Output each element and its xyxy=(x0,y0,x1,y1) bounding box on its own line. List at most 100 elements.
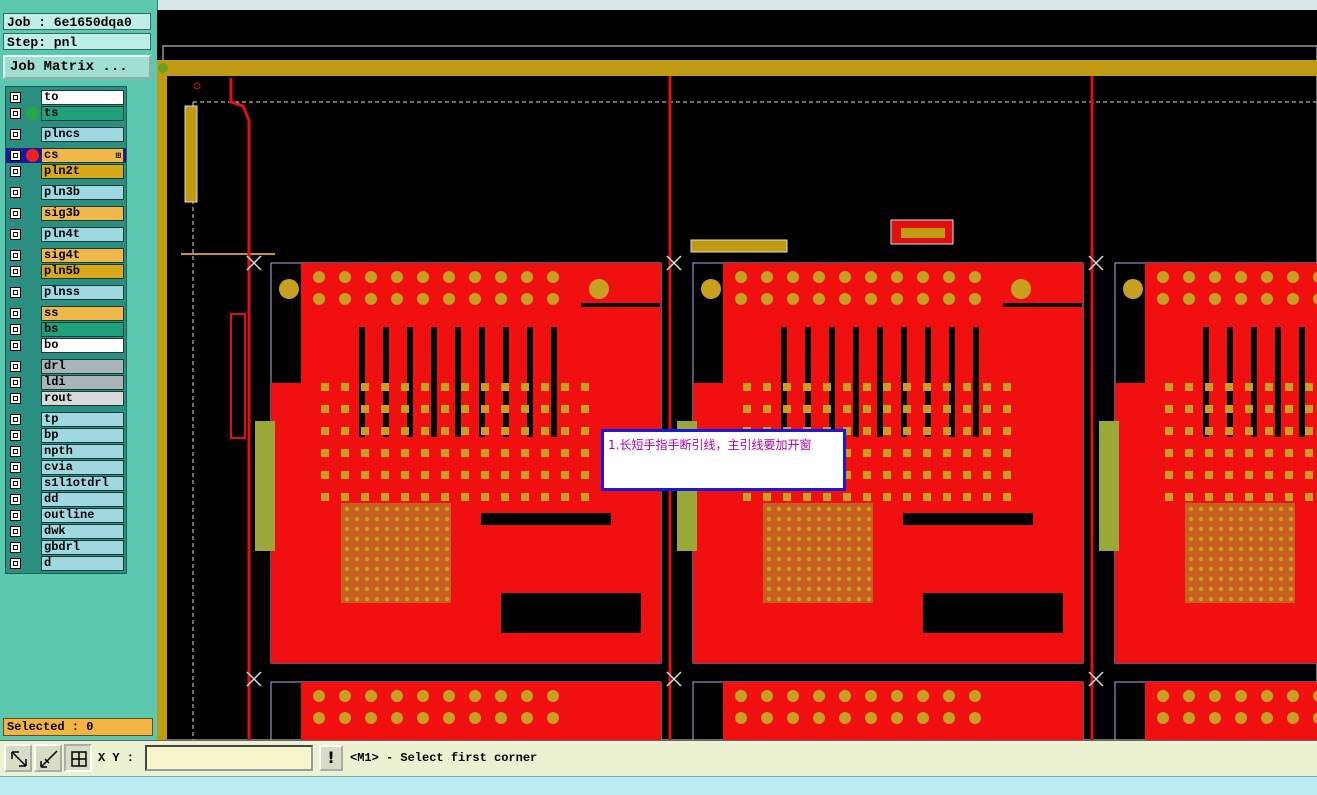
command-bar: X Y : ! <M1> - Select first corner xyxy=(0,740,1317,777)
layer-label[interactable]: bp xyxy=(41,428,124,443)
pcb-panel-view xyxy=(157,45,1317,740)
layer-checkbox[interactable] xyxy=(10,166,21,177)
layer-label[interactable]: s1l1otdrl xyxy=(41,476,124,491)
step-name: Step: pnl xyxy=(3,33,151,50)
layer-label[interactable]: plnss xyxy=(41,285,124,300)
layer-checkbox[interactable] xyxy=(10,361,21,372)
layer-row-ts[interactable]: ts xyxy=(6,106,126,121)
layer-label[interactable]: sig4t xyxy=(41,248,124,263)
layer-row-pln2t[interactable]: pln2t xyxy=(6,164,126,179)
layer-label[interactable]: gbdrl xyxy=(41,540,124,555)
layer-display-dot-icon xyxy=(26,107,39,120)
layer-label[interactable]: outline xyxy=(41,508,124,523)
layer-checkbox[interactable] xyxy=(10,308,21,319)
layer-checkbox[interactable] xyxy=(10,250,21,261)
layer-checkbox[interactable] xyxy=(10,526,21,537)
layer-row-ss[interactable]: ss xyxy=(6,306,126,321)
gold-finger-strip xyxy=(255,421,275,551)
layer-row-rout[interactable]: rout xyxy=(6,391,126,406)
layer-checkbox[interactable] xyxy=(10,542,21,553)
layer-row-plncs[interactable]: plncs xyxy=(6,127,126,142)
copper-pour xyxy=(271,383,311,663)
layer-label[interactable]: pln4t xyxy=(41,227,124,242)
layer-row-to[interactable]: to xyxy=(6,90,126,105)
layer-row-ldi[interactable]: ldi xyxy=(6,375,126,390)
layer-row-outline[interactable]: outline xyxy=(6,508,126,523)
layer-label[interactable]: rout xyxy=(41,391,124,406)
layer-label[interactable]: pln3b xyxy=(41,185,124,200)
copper-pour xyxy=(693,383,733,663)
job-matrix-button[interactable]: Job Matrix ... xyxy=(3,55,151,79)
layer-checkbox[interactable] xyxy=(10,187,21,198)
layer-row-gbdrl[interactable]: gbdrl xyxy=(6,540,126,555)
layer-checkbox[interactable] xyxy=(10,266,21,277)
layer-label[interactable]: d xyxy=(41,556,124,571)
layer-label[interactable]: drl xyxy=(41,359,124,374)
xy-input[interactable] xyxy=(145,745,313,771)
layer-checkbox[interactable] xyxy=(10,340,21,351)
layer-row-drl[interactable]: drl xyxy=(6,359,126,374)
layer-label[interactable]: tp xyxy=(41,412,124,427)
snap-grid-button[interactable] xyxy=(64,744,92,772)
alert-button[interactable]: ! xyxy=(319,745,343,771)
layer-checkbox[interactable] xyxy=(10,324,21,335)
layer-row-dd[interactable]: dd xyxy=(6,492,126,507)
layer-checkbox[interactable] xyxy=(10,92,21,103)
layer-row-npth[interactable]: npth xyxy=(6,444,126,459)
layer-row-s1l1otdrl[interactable]: s1l1otdrl xyxy=(6,476,126,491)
layer-row-bs[interactable]: bs xyxy=(6,322,126,337)
layer-checkbox[interactable] xyxy=(10,129,21,140)
layer-row-bp[interactable]: bp xyxy=(6,428,126,443)
layer-row-pln5b[interactable]: pln5b xyxy=(6,264,126,279)
layer-label[interactable]: to xyxy=(41,90,124,105)
layer-row-pln3b[interactable]: pln3b xyxy=(6,185,126,200)
layer-checkbox[interactable] xyxy=(10,558,21,569)
layer-row-bo[interactable]: bo xyxy=(6,338,126,353)
layer-checkbox[interactable] xyxy=(10,462,21,473)
layer-checkbox[interactable] xyxy=(10,150,21,161)
layer-checkbox[interactable] xyxy=(10,430,21,441)
layer-display-dot-icon xyxy=(26,149,39,162)
footer-strip xyxy=(0,776,1317,795)
layer-checkbox[interactable] xyxy=(10,287,21,298)
zoom-window-button[interactable] xyxy=(4,744,32,772)
layer-label[interactable]: ldi xyxy=(41,375,124,390)
layer-row-sig4t[interactable]: sig4t xyxy=(6,248,126,263)
layer-row-pln4t[interactable]: pln4t xyxy=(6,227,126,242)
layer-label[interactable]: dwk xyxy=(41,524,124,539)
layer-checkbox[interactable] xyxy=(10,393,21,404)
measure-button[interactable] xyxy=(34,744,62,772)
layer-label[interactable]: sig3b xyxy=(41,206,124,221)
layer-row-sig3b[interactable]: sig3b xyxy=(6,206,126,221)
layer-label[interactable]: ss xyxy=(41,306,124,321)
layer-label[interactable]: dd xyxy=(41,492,124,507)
layer-checkbox[interactable] xyxy=(10,414,21,425)
layer-label[interactable]: ts xyxy=(41,106,124,121)
layer-label[interactable]: bo xyxy=(41,338,124,353)
layer-row-d[interactable]: d xyxy=(6,556,126,571)
layer-label[interactable]: npth xyxy=(41,444,124,459)
layer-checkbox[interactable] xyxy=(10,446,21,457)
pcb-board-group xyxy=(255,262,1317,740)
layer-label[interactable]: pln5b xyxy=(41,264,124,279)
layer-label[interactable]: pln2t xyxy=(41,164,124,179)
layer-label[interactable]: cs ⊞ xyxy=(41,148,124,163)
layer-row-plnss[interactable]: plnss xyxy=(6,285,126,300)
layer-checkbox[interactable] xyxy=(10,478,21,489)
xy-label: X Y : xyxy=(98,751,135,765)
layer-checkbox[interactable] xyxy=(10,494,21,505)
layer-checkbox[interactable] xyxy=(10,108,21,119)
layer-checkbox[interactable] xyxy=(10,377,21,388)
layer-row-tp[interactable]: tp xyxy=(6,412,126,427)
layer-row-cs[interactable]: cs ⊞ xyxy=(6,148,126,163)
zoom-window-icon xyxy=(11,751,27,767)
layer-row-dwk[interactable]: dwk xyxy=(6,524,126,539)
layer-label[interactable]: cvia xyxy=(41,460,124,475)
layer-checkbox[interactable] xyxy=(10,229,21,240)
layer-label[interactable]: bs xyxy=(41,322,124,337)
layer-row-cvia[interactable]: cvia xyxy=(6,460,126,475)
layer-checkbox[interactable] xyxy=(10,208,21,219)
graphics-canvas[interactable] xyxy=(157,10,1317,740)
layer-checkbox[interactable] xyxy=(10,510,21,521)
layer-label[interactable]: plncs xyxy=(41,127,124,142)
